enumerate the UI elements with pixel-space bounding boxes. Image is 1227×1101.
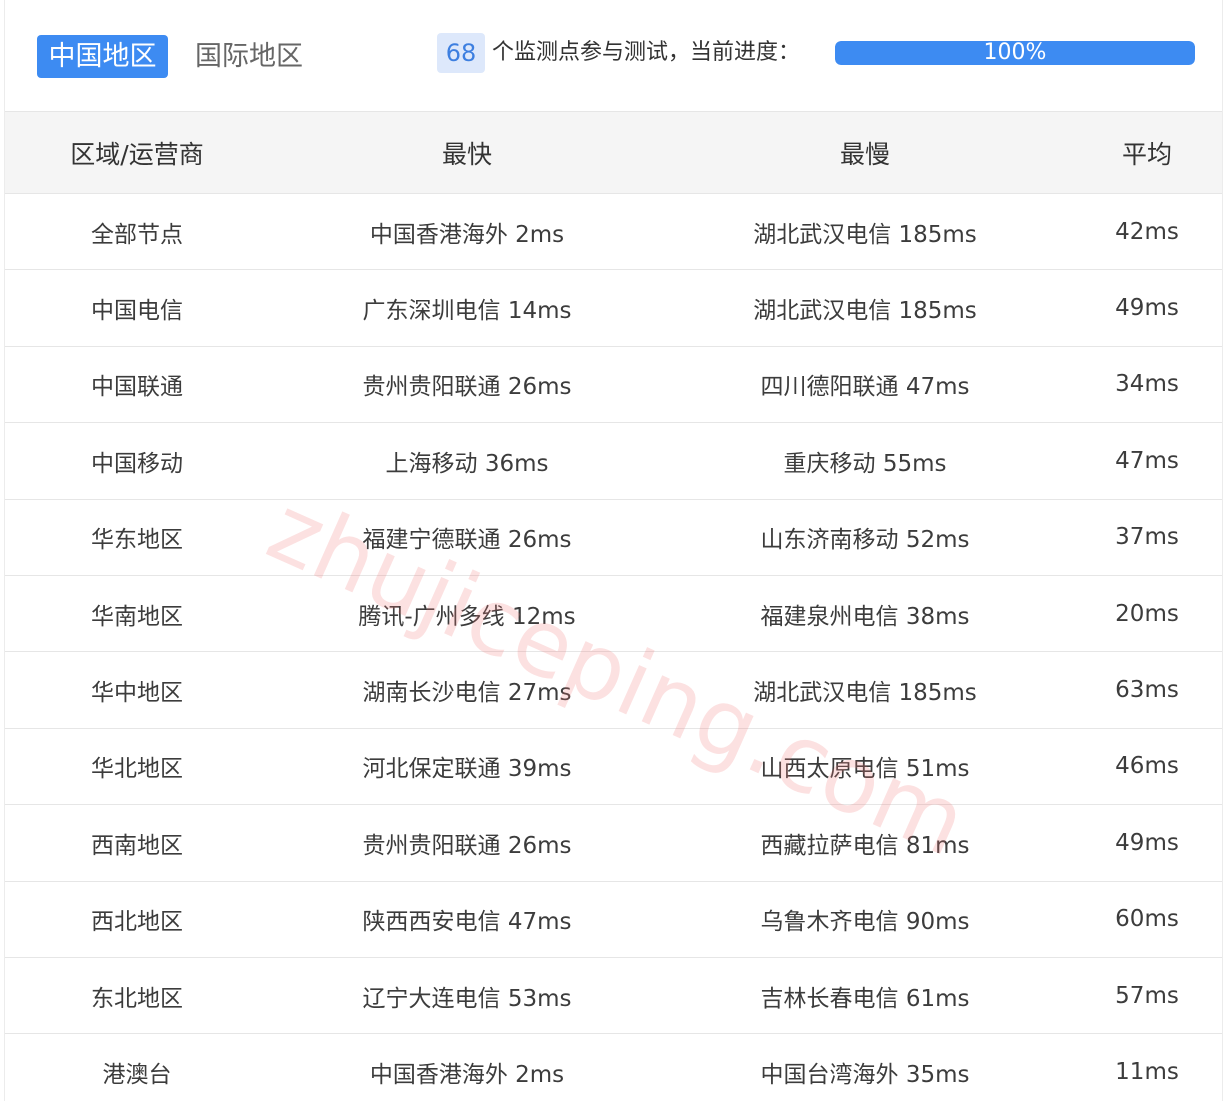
toolbar: 中国地区 国际地区 68 个监测点参与测试，当前进度： 100% <box>5 0 1222 112</box>
table-row: 中国移动 上海移动 36ms 重庆移动 55ms 47ms <box>5 423 1222 500</box>
table-row: 华东地区 福建宁德联通 26ms 山东济南移动 52ms 37ms <box>5 500 1222 576</box>
monitor-status-text: 个监测点参与测试，当前进度： <box>492 40 801 65</box>
cell-fastest: 中国香港海外 2ms <box>369 1061 565 1088</box>
cell-region: 港澳台 <box>102 1061 172 1088</box>
tab-international-region[interactable]: 国际地区 <box>185 35 313 78</box>
cell-average: 47ms <box>1115 447 1179 474</box>
table-row: 港澳台 中国香港海外 2ms 中国台湾海外 35ms 11ms <box>5 1034 1222 1101</box>
cell-region: 中国联通 <box>91 374 183 401</box>
cell-slowest: 山西太原电信 51ms <box>760 756 970 783</box>
cell-average: 11ms <box>1115 1058 1179 1085</box>
cell-average: 49ms <box>1115 829 1179 856</box>
cell-average: 34ms <box>1115 371 1179 398</box>
cell-region: 东北地区 <box>91 985 183 1012</box>
cell-slowest: 重庆移动 55ms <box>783 450 947 477</box>
cell-fastest: 湖南长沙电信 27ms <box>362 680 572 707</box>
cell-fastest: 广东深圳电信 14ms <box>362 298 572 325</box>
table-row: 全部节点 中国香港海外 2ms 湖北武汉电信 185ms 42ms <box>5 194 1222 271</box>
cell-region: 华中地区 <box>91 680 183 707</box>
cell-slowest: 西藏拉萨电信 81ms <box>760 832 970 859</box>
cell-slowest: 福建泉州电信 38ms <box>760 603 970 630</box>
cell-average: 37ms <box>1115 524 1179 551</box>
header-region: 区域/运营商 <box>70 139 204 169</box>
progress-label: 100% <box>983 41 1047 65</box>
cell-fastest: 陕西西安电信 47ms <box>362 909 572 936</box>
table-row: 西南地区 贵州贵阳联通 26ms 西藏拉萨电信 81ms 49ms <box>5 805 1222 882</box>
header-average: 平均 <box>1121 139 1172 169</box>
cell-slowest: 乌鲁木齐电信 90ms <box>760 909 970 936</box>
cell-fastest: 上海移动 36ms <box>385 450 549 477</box>
table-row: 华北地区 河北保定联通 39ms 山西太原电信 51ms 46ms <box>5 729 1222 806</box>
cell-fastest: 辽宁大连电信 53ms <box>362 985 572 1012</box>
cell-slowest: 湖北武汉电信 185ms <box>753 680 977 707</box>
cell-slowest: 四川德阳联通 47ms <box>760 374 970 401</box>
header-fastest: 最快 <box>441 139 492 169</box>
table-row: 西北地区 陕西西安电信 47ms 乌鲁木齐电信 90ms 60ms <box>5 882 1222 958</box>
cell-average: 46ms <box>1115 753 1179 780</box>
cell-average: 57ms <box>1115 982 1179 1009</box>
cell-region: 华东地区 <box>91 527 183 554</box>
results-panel: 中国地区 国际地区 68 个监测点参与测试，当前进度： 100% 区域/运营商 … <box>4 0 1223 1101</box>
cell-average: 49ms <box>1115 295 1179 322</box>
table-row: 中国电信 广东深圳电信 14ms 湖北武汉电信 185ms 49ms <box>5 270 1222 347</box>
cell-slowest: 山东济南移动 52ms <box>760 527 970 554</box>
cell-slowest: 中国台湾海外 35ms <box>760 1061 970 1088</box>
cell-region: 华北地区 <box>91 756 183 783</box>
cell-fastest: 贵州贵阳联通 26ms <box>362 832 572 859</box>
table-header: 区域/运营商 最快 最慢 平均 <box>5 112 1222 194</box>
cell-fastest: 河北保定联通 39ms <box>362 756 572 783</box>
table-row: 华南地区 腾讯-广州多线 12ms 福建泉州电信 38ms 20ms <box>5 576 1222 653</box>
cell-slowest: 湖北武汉电信 185ms <box>753 221 977 248</box>
table-body: 全部节点 中国香港海外 2ms 湖北武汉电信 185ms 42ms 中国电信 广… <box>5 194 1222 1101</box>
cell-fastest: 福建宁德联通 26ms <box>362 527 572 554</box>
header-slowest: 最慢 <box>839 139 890 169</box>
table-row: 中国联通 贵州贵阳联通 26ms 四川德阳联通 47ms 34ms <box>5 347 1222 424</box>
cell-average: 63ms <box>1115 677 1179 704</box>
cell-fastest: 腾讯-广州多线 12ms <box>358 603 576 630</box>
progress-bar: 100% <box>835 41 1195 65</box>
cell-slowest: 吉林长春电信 61ms <box>760 985 970 1012</box>
cell-slowest: 湖北武汉电信 185ms <box>753 298 977 325</box>
table-row: 东北地区 辽宁大连电信 53ms 吉林长春电信 61ms 57ms <box>5 958 1222 1035</box>
cell-average: 42ms <box>1115 218 1179 245</box>
cell-average: 60ms <box>1115 906 1179 933</box>
cell-fastest: 贵州贵阳联通 26ms <box>362 374 572 401</box>
cell-region: 华南地区 <box>91 603 183 630</box>
cell-region: 中国移动 <box>91 450 183 477</box>
cell-region: 西南地区 <box>91 832 183 859</box>
cell-average: 20ms <box>1115 600 1179 627</box>
cell-region: 全部节点 <box>91 221 183 248</box>
table-row: 华中地区 湖南长沙电信 27ms 湖北武汉电信 185ms 63ms <box>5 652 1222 729</box>
tab-china-region[interactable]: 中国地区 <box>37 35 168 78</box>
monitor-count-badge: 68 <box>437 33 485 73</box>
cell-region: 中国电信 <box>91 298 183 325</box>
cell-fastest: 中国香港海外 2ms <box>369 221 565 248</box>
cell-region: 西北地区 <box>91 909 183 936</box>
